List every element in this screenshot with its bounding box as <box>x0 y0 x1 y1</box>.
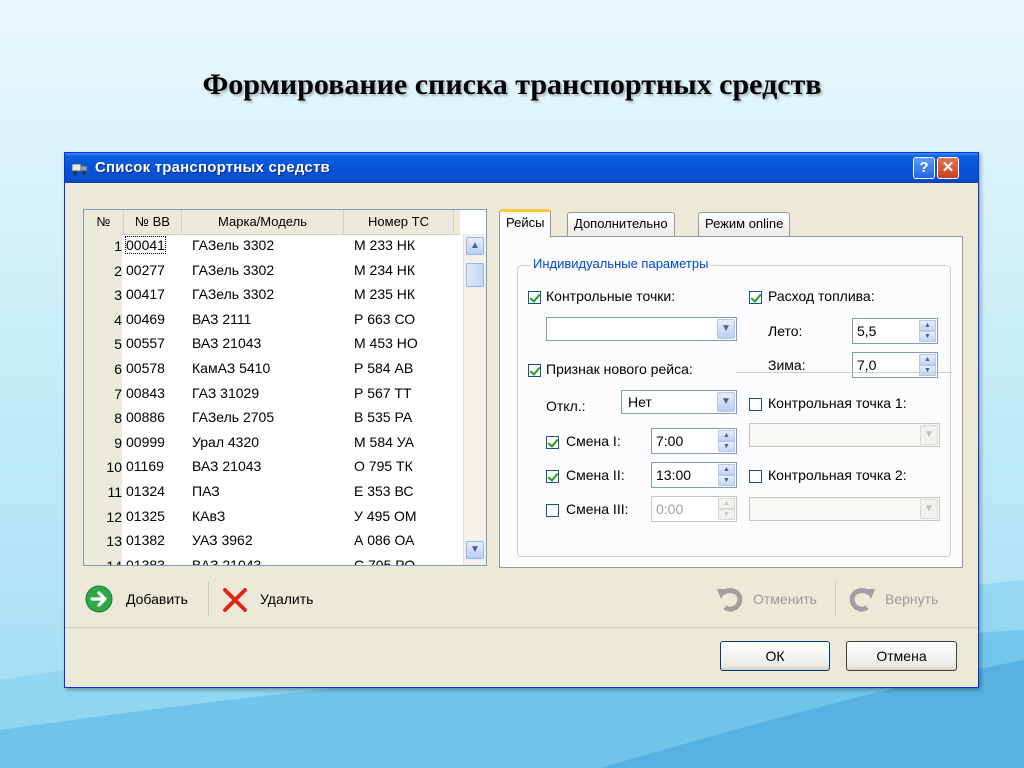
list-scrollbar[interactable]: ▲ ▼ <box>463 234 486 565</box>
close-button[interactable]: ✕ <box>937 157 959 179</box>
add-icon[interactable] <box>85 585 113 613</box>
dialog-window: Список транспортных средств ? ✕ № № ВВ М… <box>64 152 979 688</box>
separator <box>736 372 952 373</box>
shift-1-label: Смена I: <box>566 433 621 449</box>
truck-icon <box>72 163 88 175</box>
chevron-down-icon[interactable]: ▼ <box>920 499 938 519</box>
control-point-2-label: Контрольная точка 2: <box>768 467 907 483</box>
table-row[interactable]: 8 00886 ГАЗель 2705 В 535 РА <box>84 406 460 431</box>
control-point-1-dropdown[interactable]: ▼ <box>749 423 940 447</box>
column-header-bb[interactable]: № ВВ <box>124 210 182 234</box>
tab-additional[interactable]: Дополнительно <box>567 212 675 237</box>
title-bar: Список транспортных средств ? ✕ <box>65 153 978 183</box>
undo-button[interactable]: Отменить <box>753 591 817 607</box>
spin-buttons[interactable]: ▲ ▼ <box>718 430 735 452</box>
delete-button[interactable]: Удалить <box>260 591 313 607</box>
control-point-2-checkbox[interactable] <box>749 470 762 483</box>
shift-2-checkbox[interactable] <box>546 470 559 483</box>
table-row[interactable]: 10 01169 ВАЗ 21043 О 795 ТК <box>84 455 460 480</box>
delete-icon[interactable] <box>221 586 249 614</box>
shift-3-label: Смена III: <box>566 501 629 517</box>
summer-label: Лето: <box>768 323 803 339</box>
footer-divider <box>65 627 978 628</box>
table-row[interactable]: 13 01382 УАЗ 3962 А 086 ОА <box>84 529 460 554</box>
redo-button[interactable]: Вернуть <box>885 591 938 607</box>
list-rows: 1 00041 ГАЗель 3302 М 233 НК 2 00277 ГАЗель 3… <box>84 234 460 565</box>
control-points-label: Контрольные точки: <box>546 288 676 304</box>
column-header-number[interactable]: № <box>84 210 124 234</box>
slide-title: Формирование списка транспортных средств <box>202 68 822 101</box>
scroll-down-button[interactable]: ▼ <box>466 541 484 559</box>
table-row[interactable]: 11 01324 ПАЗ Е 353 ВС <box>84 479 460 505</box>
add-button[interactable]: Добавить <box>126 591 188 607</box>
tab-online-mode[interactable]: Режим online <box>698 212 791 237</box>
undo-icon <box>717 588 743 612</box>
chevron-down-icon[interactable]: ▼ <box>920 425 938 445</box>
winter-label: Зима: <box>768 357 806 373</box>
control-points-dropdown[interactable]: ▼ <box>546 317 737 341</box>
table-row[interactable]: 7 00843 ГАЗ 31029 Р 567 ТТ <box>84 381 460 407</box>
fuel-label: Расход топлива: <box>768 288 875 304</box>
chevron-down-icon[interactable]: ▼ <box>717 392 735 412</box>
chevron-down-icon[interactable]: ▼ <box>717 319 735 339</box>
ok-button[interactable]: ОК <box>720 641 830 671</box>
individual-params-group: Индивидуальные параметры Контрольные точ… <box>517 256 952 557</box>
new-trip-label: Признак нового рейса: <box>546 361 693 377</box>
fuel-checkbox[interactable] <box>749 291 762 304</box>
winter-fuel-spinner[interactable]: 7,0 ▲ ▼ <box>852 352 938 378</box>
window-title: Список транспортных средств <box>95 159 330 176</box>
shift-2-label: Смена II: <box>566 467 625 483</box>
shift-3-checkbox[interactable] <box>546 504 559 517</box>
table-row[interactable]: 5 00557 ВАЗ 21043 М 453 НО <box>84 332 460 357</box>
group-title: Индивидуальные параметры <box>530 256 712 271</box>
control-point-2-dropdown[interactable]: ▼ <box>749 497 940 521</box>
tab-trips[interactable]: Рейсы <box>499 209 552 238</box>
control-point-1-label: Контрольная точка 1: <box>768 395 907 411</box>
vehicle-list[interactable]: № № ВВ Марка/Модель Номер ТС 1 00041 ГАЗел… <box>83 209 487 566</box>
scroll-thumb[interactable] <box>466 263 484 287</box>
shift-1-checkbox[interactable] <box>546 436 559 449</box>
toolbar-separator <box>835 582 836 616</box>
spin-buttons[interactable]: ▲ ▼ <box>718 498 735 520</box>
table-row[interactable]: 14 01383 ВАЗ 21043 С 705 РО <box>84 553 460 565</box>
toolbar-separator <box>208 582 209 616</box>
help-button[interactable]: ? <box>913 157 935 179</box>
cancel-button[interactable]: Отмена <box>846 641 957 671</box>
summer-fuel-spinner[interactable]: 5,5 ▲ ▼ <box>852 318 938 344</box>
table-row[interactable]: 12 01325 КАвЗ У 495 ОМ <box>84 504 460 530</box>
control-points-checkbox[interactable] <box>528 291 541 304</box>
deviation-label: Откл.: <box>546 398 586 414</box>
shift-3-time[interactable]: 0:00 ▲ ▼ <box>651 496 737 522</box>
scroll-up-button[interactable]: ▲ <box>466 237 484 255</box>
table-row[interactable]: 2 00277 ГАЗель 3302 М 234 НК <box>84 258 460 284</box>
table-row[interactable]: 1 00041 ГАЗель 3302 М 233 НК <box>84 234 460 259</box>
table-row[interactable]: 6 00578 КамАЗ 5410 Р 584 АВ <box>84 356 460 382</box>
column-header-plate[interactable]: Номер ТС <box>344 210 454 234</box>
table-row[interactable]: 9 00999 Урал 4320 М 584 УА <box>84 430 460 456</box>
table-row[interactable]: 3 00417 ГАЗель 3302 М 235 НК <box>84 283 460 308</box>
spin-buttons[interactable]: ▲ ▼ <box>919 320 936 342</box>
column-header-model[interactable]: Марка/Модель <box>182 210 344 234</box>
spin-buttons[interactable]: ▲ ▼ <box>718 464 735 486</box>
tab-panel-trips: Индивидуальные параметры Контрольные точ… <box>499 236 963 568</box>
control-point-1-checkbox[interactable] <box>749 398 762 411</box>
table-row[interactable]: 4 00469 ВАЗ 2111 Р 663 СО <box>84 307 460 333</box>
new-trip-checkbox[interactable] <box>528 364 541 377</box>
list-header: № № ВВ Марка/Модель Номер ТС <box>84 210 460 235</box>
shift-1-time[interactable]: 7:00 ▲ ▼ <box>651 428 737 454</box>
deviation-dropdown[interactable]: Нет ▼ <box>621 390 737 414</box>
shift-2-time[interactable]: 13:00 ▲ ▼ <box>651 462 737 488</box>
redo-icon <box>849 588 875 612</box>
